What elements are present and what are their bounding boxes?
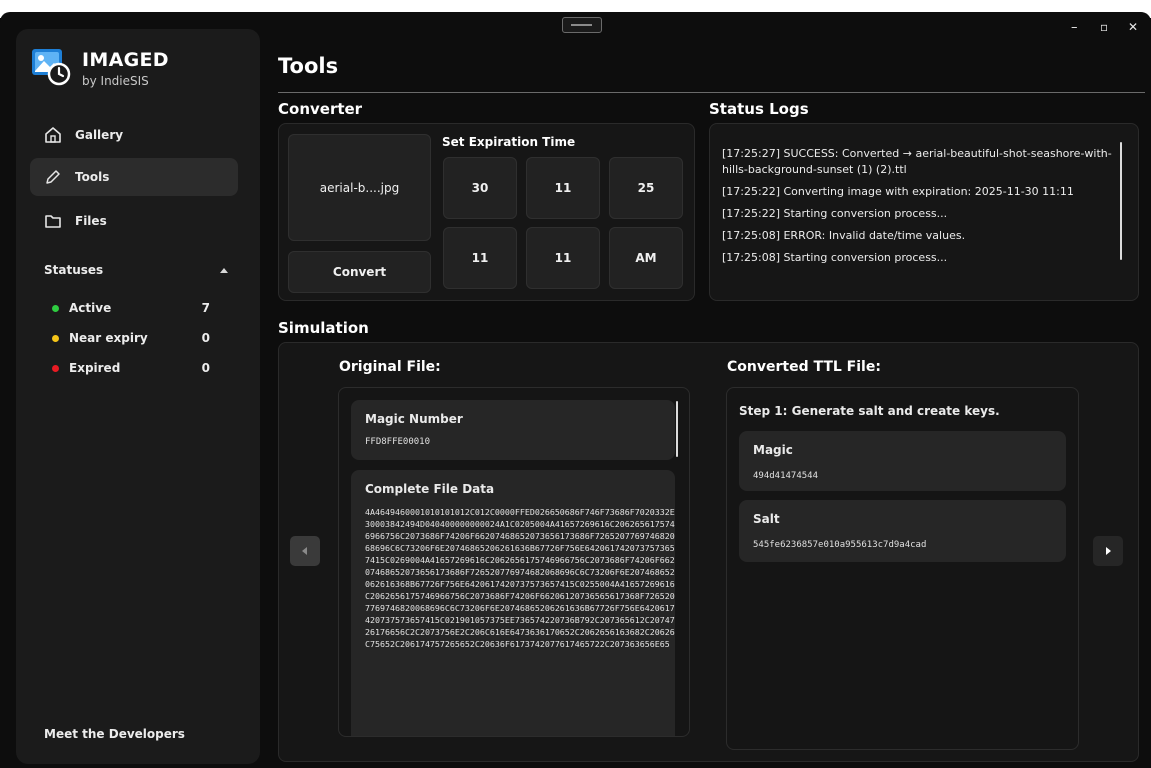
meet-developers-link[interactable]: Meet the Developers: [44, 727, 185, 741]
converted-file-panel[interactable]: Step 1: Generate salt and create keys. M…: [726, 387, 1079, 750]
salt-label: Salt: [753, 512, 780, 526]
selected-file-tile[interactable]: aerial-b....jpg: [288, 134, 431, 241]
complete-file-data-label: Complete File Data: [365, 482, 495, 496]
expiration-label: Set Expiration Time: [442, 135, 576, 149]
arrow-right-icon: [1106, 547, 1111, 555]
expiration-year-field[interactable]: 25: [609, 157, 683, 219]
converter-title: Converter: [278, 100, 363, 118]
expiration-month-field[interactable]: 11: [526, 157, 600, 219]
status-expired[interactable]: Expired 0: [52, 361, 210, 375]
expiration-hour-field[interactable]: 11: [443, 227, 517, 289]
pencil-icon: [46, 170, 60, 184]
step-label: Step 1: Generate salt and create keys.: [739, 404, 1000, 418]
app-window: – ▫ ✕ IMAGED by IndieSIS Gallery Tools F…: [0, 12, 1151, 768]
magic-number-value: FFD8FFE00010: [365, 437, 431, 447]
nav-item-tools[interactable]: Tools: [30, 158, 238, 196]
status-logs-panel[interactable]: [17:25:27] SUCCESS: Converted → aerial-b…: [709, 123, 1139, 301]
nav-item-gallery[interactable]: Gallery: [30, 116, 238, 154]
status-label: Active: [69, 301, 112, 315]
status-dot-icon: [52, 304, 59, 312]
status-label: Near expiry: [69, 331, 148, 345]
log-scrollbar[interactable]: [1120, 142, 1122, 260]
status-active[interactable]: Active 7: [52, 301, 210, 315]
original-scrollbar[interactable]: [676, 401, 678, 457]
page-title: Tools: [278, 54, 339, 78]
log-line: [17:25:27] SUCCESS: Converted → aerial-b…: [722, 147, 1112, 176]
status-dot-icon: [52, 364, 59, 372]
arrow-left-icon: [302, 547, 307, 555]
nav-item-label: Tools: [75, 170, 110, 184]
status-label: Expired: [69, 361, 121, 375]
app-logo-icon: [32, 49, 71, 86]
sidebar: IMAGED by IndieSIS Gallery Tools Files S…: [16, 29, 260, 764]
chevron-up-icon: [220, 267, 228, 273]
log-line: [17:25:22] Starting conversion process..…: [722, 207, 948, 220]
statuses-label: Statuses: [44, 263, 104, 277]
nav-item-files[interactable]: Files: [30, 202, 238, 240]
drag-handle[interactable]: [562, 17, 602, 33]
nav-item-label: Files: [75, 214, 107, 228]
complete-file-data-value: 4A4649460001010101012C012C0000FFED026650…: [365, 507, 675, 649]
status-count: 0: [201, 361, 210, 375]
nav-item-label: Gallery: [75, 128, 124, 142]
salt-card: Salt 545fe6236857e010a955613c7d9a4cad: [739, 500, 1066, 562]
log-line: [17:25:08] Starting conversion process..…: [722, 251, 948, 264]
status-dot-icon: [52, 334, 59, 342]
status-count: 0: [201, 331, 210, 345]
original-file-title: Original File:: [339, 359, 441, 375]
close-button[interactable]: ✕: [1128, 20, 1138, 34]
previous-step-button[interactable]: [290, 536, 320, 566]
magic-value: 494d41474544: [753, 471, 819, 481]
convert-button[interactable]: Convert: [288, 251, 431, 293]
minimize-button[interactable]: –: [1071, 20, 1078, 35]
magic-number-label: Magic Number: [365, 412, 463, 426]
magic-card: Magic 494d41474544: [739, 431, 1066, 491]
status-logs-title: Status Logs: [709, 100, 809, 118]
magic-number-card: Magic Number FFD8FFE00010: [351, 400, 675, 460]
folder-icon: [45, 215, 61, 228]
simulation-title: Simulation: [278, 319, 369, 337]
title-divider: [278, 92, 1145, 93]
statuses-toggle[interactable]: Statuses: [44, 263, 228, 277]
expiration-ampm-field[interactable]: AM: [609, 227, 683, 289]
status-count: 7: [201, 301, 210, 315]
app-subtitle: by IndieSIS: [82, 74, 149, 88]
expiration-day-field[interactable]: 30: [443, 157, 517, 219]
original-file-panel[interactable]: Magic Number FFD8FFE00010 Complete File …: [338, 387, 690, 737]
home-icon: [45, 127, 61, 143]
log-line: [17:25:08] ERROR: Invalid date/time valu…: [722, 229, 966, 242]
status-near-expiry[interactable]: Near expiry 0: [52, 331, 210, 345]
log-line: [17:25:22] Converting image with expirat…: [722, 185, 1074, 198]
salt-value: 545fe6236857e010a955613c7d9a4cad: [753, 540, 927, 550]
expiration-minute-field[interactable]: 11: [526, 227, 600, 289]
maximize-button[interactable]: ▫: [1100, 20, 1108, 34]
magic-label: Magic: [753, 443, 793, 457]
next-step-button[interactable]: [1093, 536, 1123, 566]
complete-file-data-card: Complete File Data 4A4649460001010101012…: [351, 470, 675, 736]
app-title: IMAGED: [82, 49, 169, 71]
converted-file-title: Converted TTL File:: [727, 359, 881, 375]
